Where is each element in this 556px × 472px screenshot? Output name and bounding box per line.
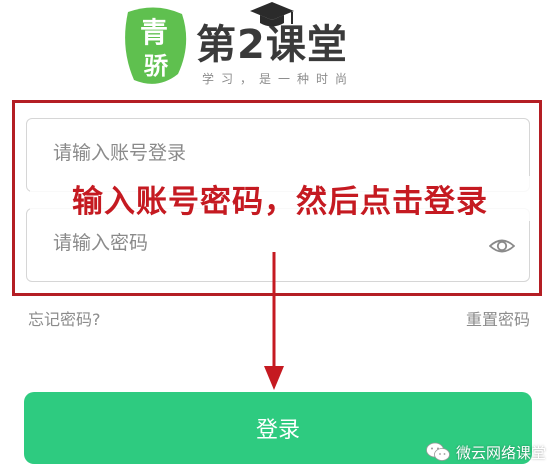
logo-badge-top: 青	[140, 16, 168, 49]
logo-badge-bottom: 骄	[144, 52, 169, 80]
brand-prefix: 第	[196, 22, 237, 68]
eye-icon[interactable]	[489, 233, 515, 259]
reset-password-link[interactable]: 重置密码	[466, 306, 530, 330]
account-input[interactable]	[51, 141, 475, 165]
watermark: 微云网络课堂	[426, 440, 546, 464]
watermark-text: 微云网络课堂	[455, 443, 546, 462]
brand-slogan: 学习，是一种时尚	[202, 72, 355, 86]
forgot-password-link[interactable]: 忘记密码?	[28, 306, 101, 330]
wechat-icon	[426, 442, 450, 461]
app-logo: 青 骄 第2课堂 学习，是一种时尚	[0, 0, 556, 98]
graduation-cap-icon	[250, 2, 294, 27]
arrow-down-icon	[264, 252, 284, 390]
instruction-annotation: 输入账号密码，然后点击登录	[30, 176, 530, 221]
logo-badge-icon: 青 骄	[125, 7, 187, 84]
